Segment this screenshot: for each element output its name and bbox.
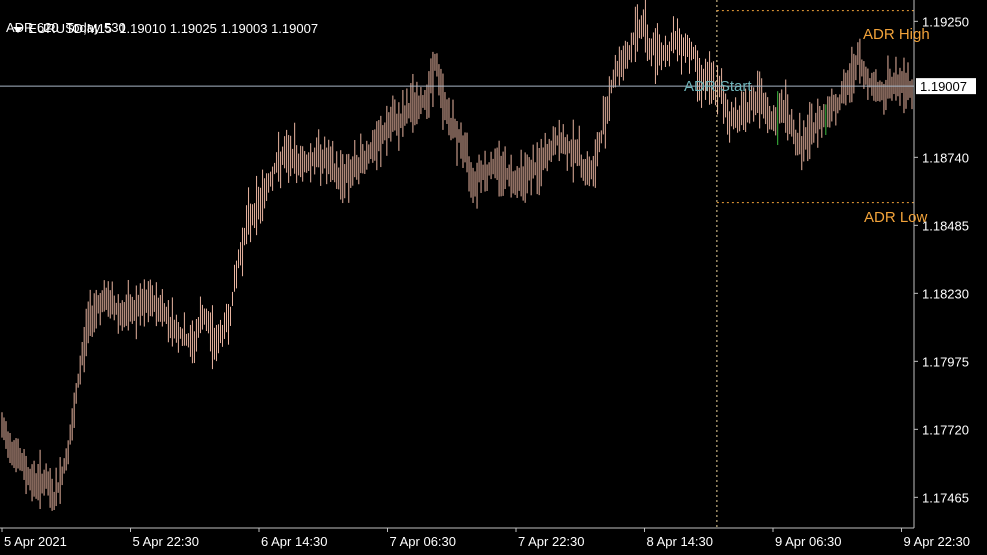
adr-info: ADR 620 Today 530 [6, 20, 126, 35]
price-chart[interactable]: 1.192501.187401.184851.182301.179751.177… [0, 0, 987, 555]
chart-background [0, 0, 987, 555]
adr-low-label: ADR Low [864, 209, 928, 226]
time-tick-label: 7 Apr 06:30 [390, 534, 457, 549]
time-tick-label: 5 Apr 22:30 [133, 534, 200, 549]
time-tick-label: 5 Apr 2021 [4, 534, 67, 549]
price-tick-label: 1.18230 [922, 286, 969, 301]
price-tick-label: 1.17975 [922, 354, 969, 369]
time-tick-label: 9 Apr 06:30 [775, 534, 842, 549]
time-tick-label: 9 Apr 22:30 [904, 534, 971, 549]
adr-high-label: ADR High [863, 26, 930, 43]
price-tick-label: 1.18485 [922, 218, 969, 233]
time-tick-label: 8 Apr 14:30 [647, 534, 714, 549]
adr-start-label: ADR Start [684, 78, 752, 95]
price-tick-label: 1.17720 [922, 422, 969, 437]
price-tick-label: 1.18740 [922, 150, 969, 165]
time-tick-label: 7 Apr 22:30 [518, 534, 585, 549]
current-price-tag: 1.19007 [916, 78, 976, 95]
time-tick-label: 6 Apr 14:30 [261, 534, 328, 549]
price-tick-label: 1.17465 [922, 490, 969, 505]
current-price-value: 1.19007 [920, 79, 967, 94]
